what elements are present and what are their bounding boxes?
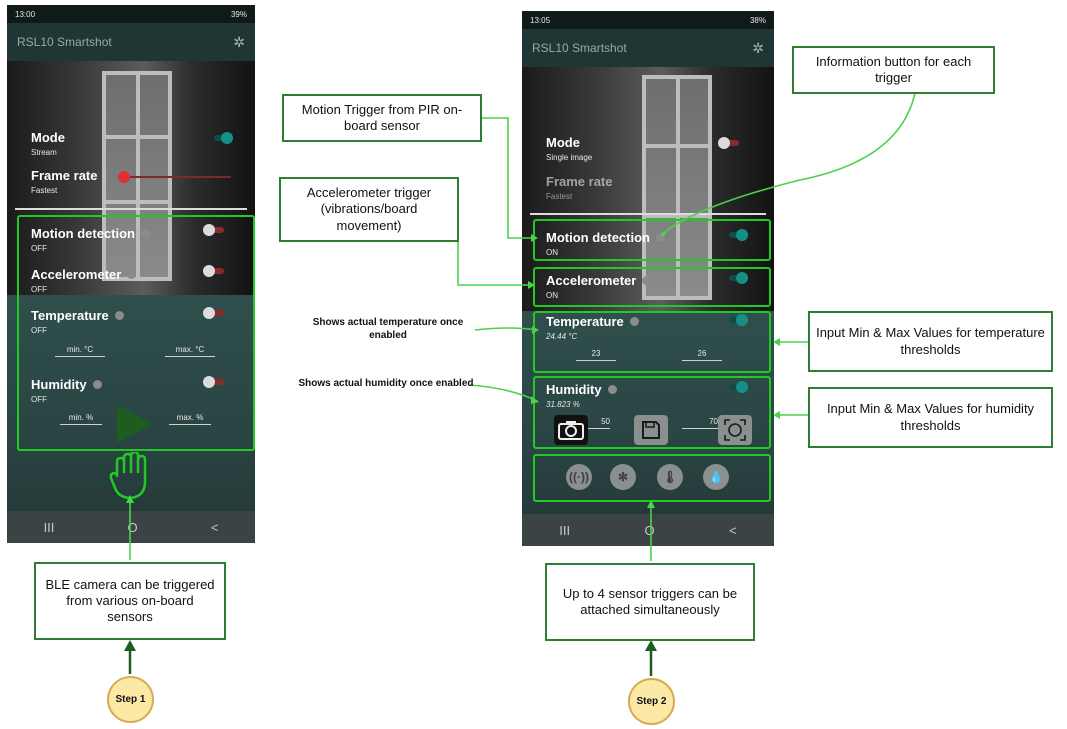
callout-temp-thresholds: Input Min & Max Values for temperature t… (808, 311, 1053, 372)
callout-up-to-4: Up to 4 sensor triggers can be attached … (545, 563, 755, 641)
callout-ble-camera: BLE camera can be triggered from various… (34, 562, 226, 640)
step-1-badge: Step 1 (107, 676, 154, 723)
callout-shows-temperature: Shows actual temperature once enabled (312, 317, 464, 341)
callout-info-button: Information button for each trigger (792, 46, 995, 94)
callout-motion-trigger: Motion Trigger from PIR on-board sensor (282, 94, 482, 142)
callout-shows-humidity: Shows actual humidity once enabled (298, 378, 474, 389)
callout-accel-trigger: Accelerometer trigger (vibrations/board … (279, 177, 459, 242)
step-2-badge: Step 2 (628, 678, 675, 725)
callout-humid-thresholds: Input Min & Max Values for humidity thre… (808, 387, 1053, 448)
